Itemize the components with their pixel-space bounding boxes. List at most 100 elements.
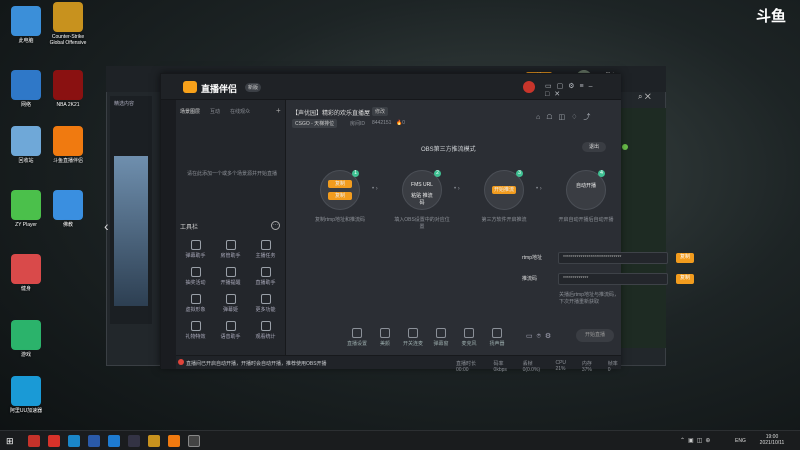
status-bar: 直播间已开启自动开播，开播时会自动开播，推荐使用OBS开播 直播时长 00:00… [176,355,621,373]
task-icon [260,240,271,250]
bottom-tool[interactable]: 直播设置 [346,328,368,350]
tool-label: 更多功能 [255,307,276,313]
stream-key-label: 推流码 [522,276,538,282]
desktop-icon[interactable]: Counter-Strike Global Offensive [46,2,90,46]
desktop-icon[interactable]: 网络 [4,70,48,108]
bottom-tool[interactable]: 麦克风 [458,328,480,350]
start-live-button[interactable]: 开始直播 [576,329,614,342]
status-item: 丢帧 0(0.0%) [522,361,541,373]
status-notice: 直播间已开启自动开播，开播时会自动开播，推荐使用OBS开播 [186,361,327,367]
clock[interactable]: 19:00 2021/10/11 [752,434,792,446]
tool-item[interactable]: 虚拟形象 [178,294,213,313]
tool-item[interactable]: 观看统计 [248,321,283,340]
tool-item[interactable]: 直播助手 [248,267,283,286]
more-icon [260,294,271,304]
bottom-tool-label: 麦克风 [461,341,477,347]
barrage-icon [190,240,201,250]
more-options-icon[interactable]: ··· [271,221,280,230]
tray-icons[interactable]: ⌃▣◫⊕ [680,437,713,444]
empty-scene-hint: 请在此添加一个或多个场景源并开始直播 [186,171,277,177]
desktop-icon-image [11,376,41,406]
tool-item[interactable]: 弹幕助手 [178,240,213,259]
app-icon-4[interactable] [108,435,120,447]
bottom-tool-icon [464,328,474,338]
back-thumbnail [114,156,148,306]
bottom-tool[interactable]: 扬声器 [486,328,508,350]
back-window-sidebar: 精选内容 [110,96,152,324]
rtmp-field[interactable]: ****************************** [558,252,668,264]
steam-icon[interactable] [128,435,140,447]
extra-controls[interactable]: ▭⌾⚙ [526,332,555,341]
step-button[interactable]: 复制 [328,192,352,200]
desktop-icon[interactable]: 阿里UU加速器 [4,376,48,414]
step-text: FMS URL [411,182,433,188]
tool-label: 语音助手 [220,334,241,340]
add-icon[interactable]: + [276,106,281,115]
desktop-icon[interactable]: 回收站 [4,126,48,164]
desktop-icon-image [11,6,41,36]
bottom-tool-label: 美颜 [379,341,390,347]
back-sidebar-text: 精选内容 [114,101,135,107]
desktop-icon-label: 游戏 [20,352,31,358]
tool-item[interactable]: 语音助手 [213,321,248,340]
desktop-icon[interactable]: 游戏 [4,320,48,358]
side-icon-bar [161,100,176,369]
status-dot [622,144,628,150]
douyu-taskbar-icon[interactable] [168,435,180,447]
bottom-tool[interactable]: 美颜 [374,328,396,350]
windows-start-icon[interactable]: ⊞ [6,436,14,447]
version-badge[interactable]: 新版 [245,83,262,92]
desktop-icon[interactable]: 斗鱼直播伴侣 [46,126,90,164]
tool-item[interactable]: 主播任务 [248,240,283,259]
app-icon-1[interactable] [28,435,40,447]
left-tab[interactable]: 互动 [210,108,220,115]
tool-item[interactable]: 弹幕姬 [213,294,248,313]
desktop-icon[interactable]: 佛教 [46,190,90,228]
left-tab[interactable]: 在线观众 [230,108,250,115]
search-icon[interactable]: ⌕ ✕ [638,92,658,104]
obs-icon[interactable] [188,435,200,447]
voice-icon [225,321,236,331]
browser-icon[interactable] [68,435,80,447]
step-button[interactable]: 开始推流 [492,186,516,194]
tool-item[interactable]: 更多功能 [248,294,283,313]
tool-item[interactable]: 开播提醒 [213,267,248,286]
copy-rtmp-button[interactable]: 复制 [676,253,694,263]
desktop-icon[interactable]: NBA 2K21 [46,70,90,108]
edit-title-button[interactable]: 修改 [372,107,389,116]
douyu-watermark: 斗鱼 [755,7,786,25]
csgo-icon[interactable] [148,435,160,447]
taskbar: ⊞ ⌃▣◫⊕ ENG 19:00 2021/10/11 [0,430,800,450]
arrow-icon: • › [372,186,378,192]
app-icon-3[interactable] [88,435,100,447]
app-icon-2[interactable] [48,435,60,447]
stream-key-field[interactable]: ************* [558,273,668,285]
arrow-icon: • › [536,186,542,192]
copy-key-button[interactable]: 复制 [676,274,694,284]
header-icons[interactable]: ⌂☖◫♢⤴ [536,112,616,122]
window-controls[interactable]: ▭▢⚙≡–□✕ [545,82,615,98]
step-button[interactable]: 复制 [328,180,352,188]
tool-item[interactable]: 房管助手 [213,240,248,259]
tool-label: 开播提醒 [220,280,241,286]
step-caption: 填入OBS设置中的对应位置 [394,217,450,230]
desktop-icon[interactable]: 此电脑 [4,6,48,44]
tool-item[interactable]: 礼物特效 [178,321,213,340]
desktop-icon[interactable]: 健身 [4,254,48,292]
chevron-left-icon[interactable]: ‹ [104,218,109,234]
admin-icon [225,240,236,250]
bottom-tool[interactable]: 弹幕窗 [430,328,452,350]
desktop-icon-label: 斗鱼直播伴侣 [52,158,83,164]
hot-value: 0 [402,120,406,126]
desktop-icon-label: 网络 [20,102,31,108]
bottom-tool[interactable]: 开关连麦 [402,328,424,350]
exit-button[interactable]: 退出 [582,142,606,152]
room-id-label: 房间ID [350,121,366,127]
input-language[interactable]: ENG [735,438,746,444]
tool-item[interactable]: 抽奖活动 [178,267,213,286]
desktop-icon-image [53,2,83,32]
category-tag[interactable]: CSGO - 天梯排位 [292,119,338,128]
desktop-icon[interactable]: ZY Player [4,190,48,228]
douyu-icon[interactable] [523,81,535,93]
left-tab[interactable]: 场景图层 [180,108,200,115]
